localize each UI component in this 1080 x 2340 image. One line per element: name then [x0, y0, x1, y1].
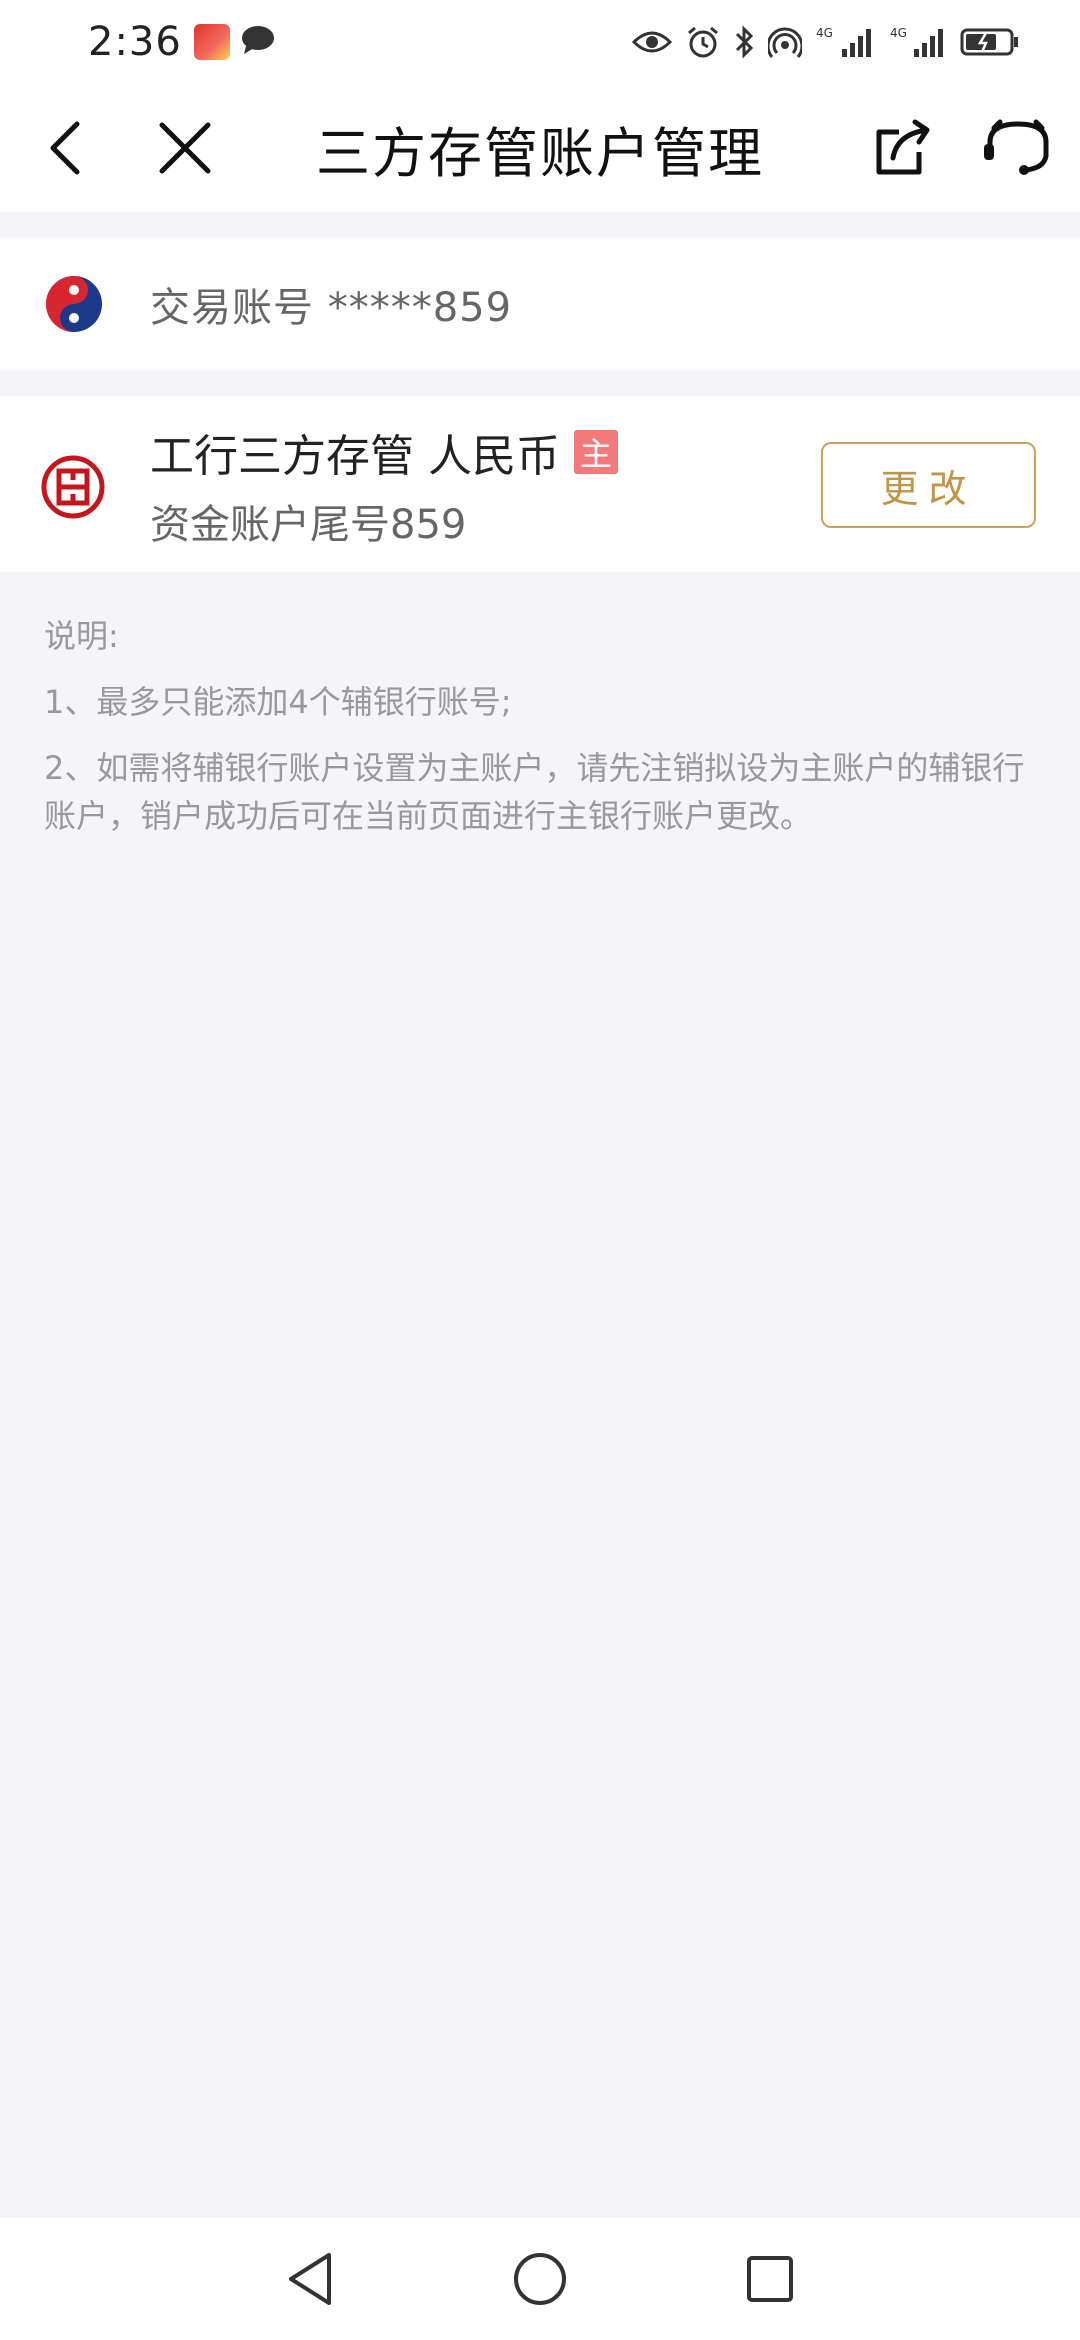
system-recent-button[interactable] [710, 2218, 830, 2340]
bluetooth-icon [734, 25, 754, 59]
nav-bar: 三方存管账户管理 [0, 84, 1080, 212]
back-button[interactable] [20, 84, 110, 212]
svg-text:4G: 4G [816, 26, 833, 40]
trade-account-row: 交易账号 *****859 [0, 238, 1080, 370]
notes-section: 说明: 1、最多只能添加4个辅银行账号; 2、如需将辅银行账户设置为主账户，请先… [44, 612, 1044, 858]
hotspot-icon [768, 25, 802, 59]
bank-account-title-group: 工行三方存管 人民币 主 [150, 424, 618, 482]
trade-account-label: 交易账号 *****859 [150, 285, 513, 331]
system-home-button[interactable] [480, 2218, 600, 2340]
eye-icon [632, 28, 672, 56]
chat-icon [240, 24, 276, 60]
note-item: 1、最多只能添加4个辅银行账号; [44, 683, 512, 721]
close-icon [159, 122, 211, 174]
bank-account-title: 工行三方存管 人民币 [150, 431, 560, 482]
nav-back-triangle-icon [289, 2253, 331, 2305]
svg-text:4G: 4G [890, 26, 907, 40]
back-icon [50, 121, 80, 175]
app-notification-icon [193, 24, 230, 60]
nav-home-circle-icon [514, 2253, 566, 2305]
signal-4g-icon: 4G [816, 25, 876, 59]
change-button[interactable]: 更改 [821, 442, 1036, 528]
notes-title: 说明: [44, 617, 119, 655]
status-time: 2:36 [88, 19, 182, 65]
share-button[interactable] [858, 84, 948, 212]
close-button[interactable] [140, 84, 230, 212]
status-left-icons [193, 24, 276, 60]
system-back-button[interactable] [250, 2218, 370, 2340]
icbc-logo-icon [41, 455, 105, 519]
nav-recent-square-icon [747, 2256, 793, 2302]
battery-charging-icon [960, 27, 1020, 57]
status-right-icons: 4G 4G [632, 25, 1020, 59]
signal-4g-icon: 4G [890, 25, 946, 59]
note-item: 2、如需将辅银行账户设置为主账户，请先注销拟设为主账户的辅银行账户，销户成功后可… [44, 749, 1025, 835]
bank-account-subtitle: 资金账户尾号859 [150, 502, 467, 548]
page-title: 三方存管账户管理 [316, 121, 764, 185]
brokerage-logo-icon [46, 276, 102, 332]
system-nav-bar [0, 2218, 1080, 2340]
share-icon [876, 119, 930, 175]
main-account-badge: 主 [574, 430, 618, 474]
customer-service-button[interactable] [968, 84, 1068, 212]
alarm-icon [686, 25, 720, 59]
customer-service-icon [984, 119, 1049, 175]
status-bar: 2:36 4G 4G [0, 0, 1080, 84]
